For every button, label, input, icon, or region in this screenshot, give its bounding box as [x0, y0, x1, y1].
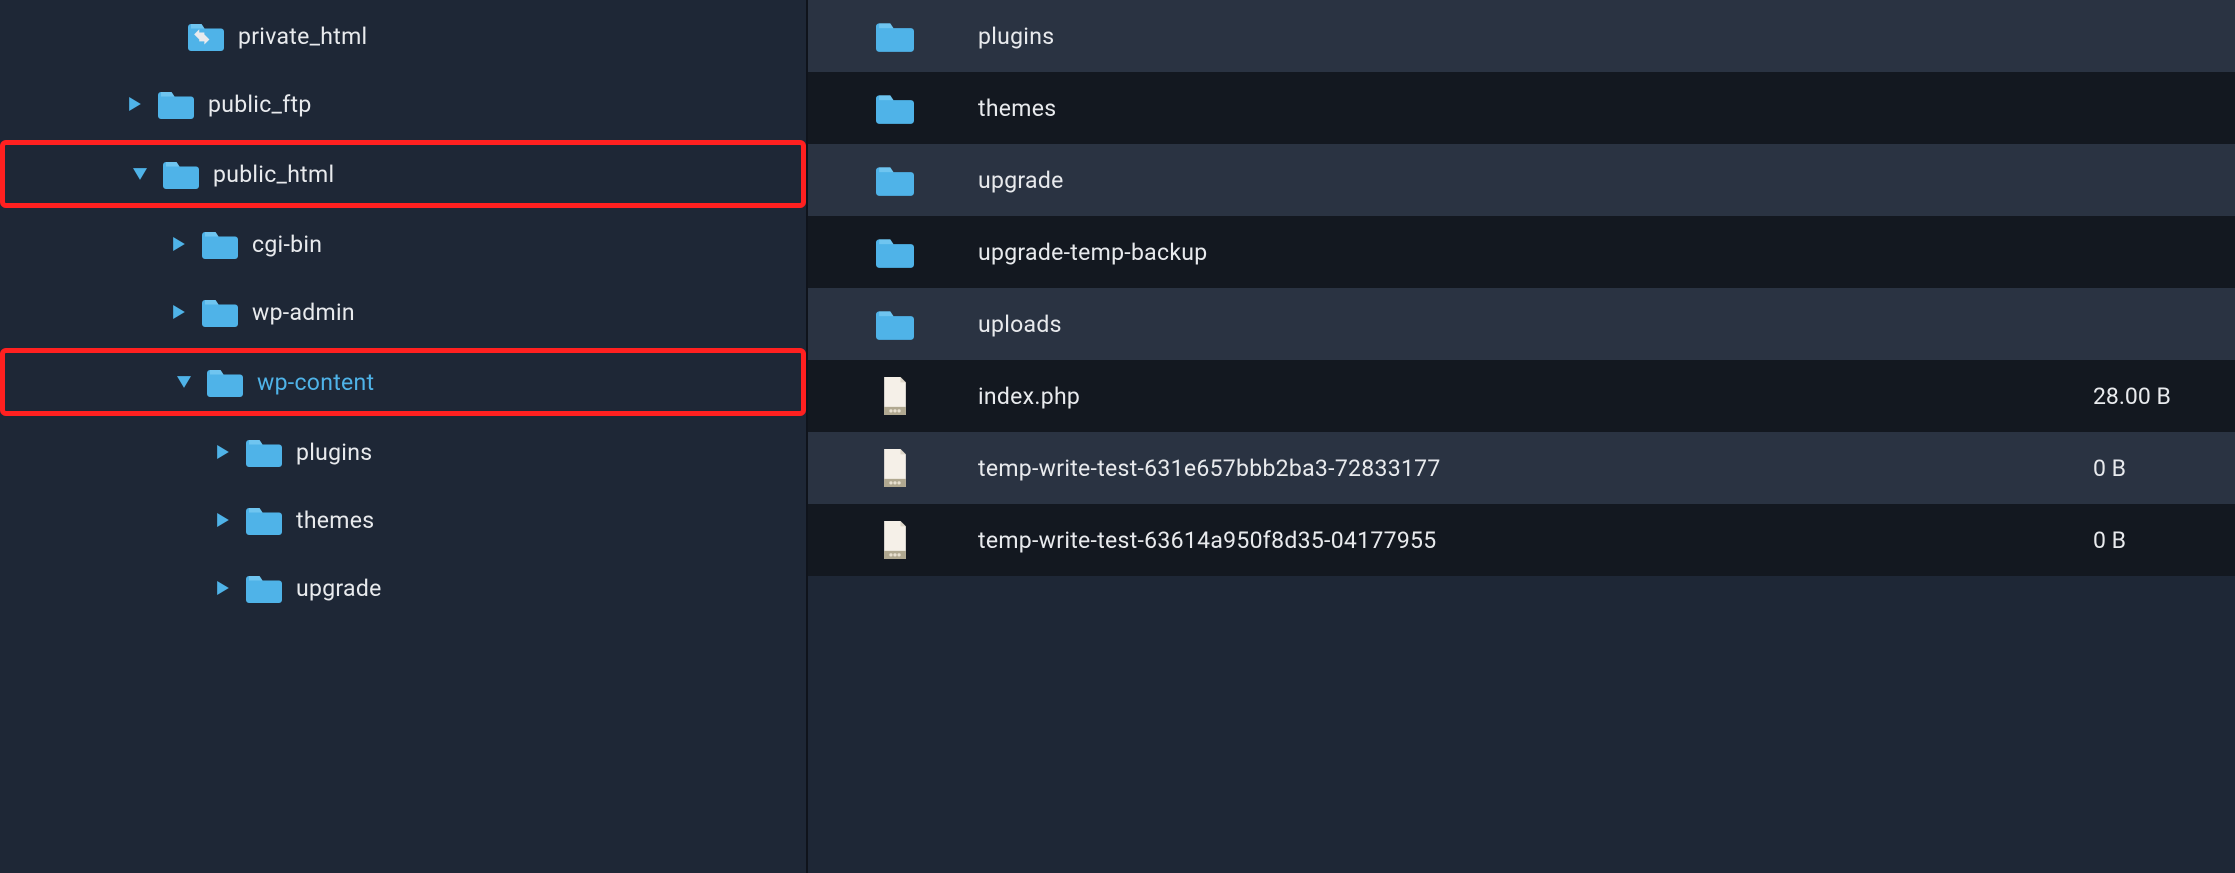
- folder-icon: [202, 229, 238, 259]
- tree-item-public-ftp[interactable]: public_ftp: [0, 70, 806, 138]
- chevron-down-icon[interactable]: [131, 165, 149, 183]
- folder-icon: [207, 367, 243, 397]
- tree-item-cgi-bin[interactable]: cgi-bin: [0, 210, 806, 278]
- list-row[interactable]: themes: [808, 72, 2235, 144]
- tree-item-public-html[interactable]: public_html: [0, 140, 806, 208]
- chevron-right-icon[interactable]: [214, 443, 232, 461]
- list-item-name: uploads: [978, 311, 2093, 338]
- chevron-right-icon[interactable]: [126, 95, 144, 113]
- folder-icon: [163, 159, 199, 189]
- file-icon: [876, 377, 914, 415]
- folder-icon: [246, 573, 282, 603]
- folder-icon: [876, 17, 914, 55]
- folder-icon: [246, 505, 282, 535]
- folder-icon: [876, 233, 914, 271]
- tree-item-label: wp-admin: [252, 299, 355, 326]
- folder-icon: [158, 89, 194, 119]
- chevron-down-icon[interactable]: [175, 373, 193, 391]
- tree-item-wp-content[interactable]: wp-content: [0, 348, 806, 416]
- list-item-name: plugins: [978, 23, 2093, 50]
- file-list-panel: plugins themes upgrade upgrade-temp-backup u…: [808, 0, 2235, 873]
- file-icon: [876, 521, 914, 559]
- chevron-right-icon[interactable]: [170, 235, 188, 253]
- tree-item-label: cgi-bin: [252, 231, 322, 258]
- tree-item-label: upgrade: [296, 575, 382, 602]
- list-row[interactable]: uploads: [808, 288, 2235, 360]
- list-item-size: 0 B: [2093, 455, 2203, 482]
- folder-link-icon: [188, 21, 224, 51]
- folder-icon: [246, 437, 282, 467]
- folder-tree-panel: private_html public_ftp public_html cgi-bin…: [0, 0, 808, 873]
- list-item-name: temp-write-test-63614a950f8d35-04177955: [978, 527, 2093, 554]
- tree-item-themes[interactable]: themes: [0, 486, 806, 554]
- tree-item-label: wp-content: [257, 369, 374, 396]
- tree-item-upgrade[interactable]: upgrade: [0, 554, 806, 622]
- list-row[interactable]: index.php28.00 B: [808, 360, 2235, 432]
- list-item-name: index.php: [978, 383, 2093, 410]
- list-item-name: upgrade: [978, 167, 2093, 194]
- list-row[interactable]: upgrade-temp-backup: [808, 216, 2235, 288]
- tree-item-label: plugins: [296, 439, 372, 466]
- list-row[interactable]: plugins: [808, 0, 2235, 72]
- folder-icon: [876, 305, 914, 343]
- list-row[interactable]: upgrade: [808, 144, 2235, 216]
- folder-icon: [876, 89, 914, 127]
- tree-item-label: public_html: [213, 161, 334, 188]
- list-item-name: temp-write-test-631e657bbb2ba3-72833177: [978, 455, 2093, 482]
- chevron-right-icon[interactable]: [170, 303, 188, 321]
- list-item-size: 28.00 B: [2093, 383, 2203, 410]
- folder-icon: [876, 161, 914, 199]
- list-item-size: 0 B: [2093, 527, 2203, 554]
- tree-item-label: public_ftp: [208, 91, 312, 118]
- list-row[interactable]: temp-write-test-631e657bbb2ba3-728331770…: [808, 432, 2235, 504]
- tree-item-wp-admin[interactable]: wp-admin: [0, 278, 806, 346]
- folder-icon: [202, 297, 238, 327]
- tree-item-plugins[interactable]: plugins: [0, 418, 806, 486]
- list-item-name: themes: [978, 95, 2093, 122]
- chevron-right-icon[interactable]: [214, 511, 232, 529]
- tree-item-label: themes: [296, 507, 374, 534]
- file-icon: [876, 449, 914, 487]
- chevron-right-icon[interactable]: [214, 579, 232, 597]
- list-row[interactable]: temp-write-test-63614a950f8d35-041779550…: [808, 504, 2235, 576]
- tree-item-private-html[interactable]: private_html: [0, 2, 806, 70]
- tree-item-label: private_html: [238, 23, 367, 50]
- chevron-placeholder: [156, 27, 174, 45]
- list-item-name: upgrade-temp-backup: [978, 239, 2093, 266]
